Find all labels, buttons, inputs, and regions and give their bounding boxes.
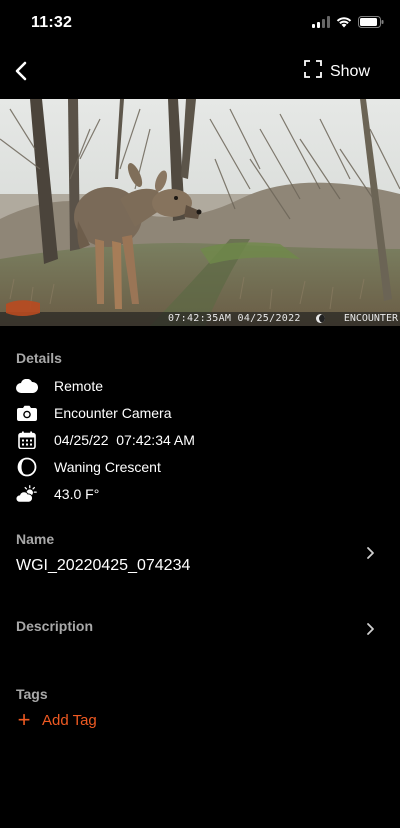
- fullscreen-icon: [304, 60, 322, 83]
- trail-camera-photo[interactable]: 07:42:35AM 04/25/2022 ENCOUNTER: [0, 99, 400, 326]
- detail-source-text: Remote: [54, 378, 104, 394]
- description-heading: Description: [16, 618, 94, 634]
- detail-datetime-text: 04/25/22 07:42:34 AM: [54, 432, 195, 448]
- nav-bar: Show: [0, 48, 400, 98]
- moon-icon: [16, 456, 38, 478]
- brand-logo: [6, 300, 40, 316]
- back-button[interactable]: [6, 58, 36, 88]
- detail-temperature-text: 43.0 F°: [54, 486, 100, 502]
- photo-moon-icon: [316, 314, 325, 323]
- detail-moon-phase-text: Waning Crescent: [54, 459, 161, 475]
- chevron-right-icon[interactable]: [364, 546, 378, 560]
- detail-row-temperature: 43.0 F°: [16, 482, 99, 506]
- battery-icon: [358, 15, 384, 33]
- name-heading: Name: [16, 531, 55, 547]
- details-heading: Details: [16, 350, 62, 366]
- photo-timestamp: 07:42:35AM 04/25/2022: [168, 313, 301, 324]
- show-fullscreen-button[interactable]: Show: [304, 60, 370, 83]
- add-tag-label: Add Tag: [42, 711, 97, 729]
- detail-row-source: Remote: [16, 374, 103, 398]
- detail-row-camera: Encounter Camera: [16, 401, 172, 425]
- add-tag-button[interactable]: + Add Tag: [16, 709, 97, 731]
- status-time: 11:32: [31, 14, 73, 31]
- name-value: WGI_20220425_074234: [16, 557, 191, 574]
- status-bar: 11:32: [0, 0, 400, 48]
- detail-camera-text: Encounter Camera: [54, 405, 172, 421]
- status-icons: [312, 15, 384, 33]
- cloud-icon: [16, 375, 38, 397]
- wifi-icon: [336, 15, 352, 33]
- chevron-right-icon[interactable]: [364, 622, 378, 636]
- tags-heading: Tags: [16, 686, 48, 702]
- cellular-signal-icon: [312, 15, 330, 33]
- deer-photo-image: [0, 99, 400, 326]
- detail-row-datetime: 04/25/22 07:42:34 AM: [16, 428, 195, 452]
- detail-row-moon-phase: Waning Crescent: [16, 455, 161, 479]
- show-label: Show: [329, 62, 370, 80]
- calendar-icon: [16, 429, 38, 451]
- chevron-left-icon: [14, 61, 28, 86]
- plus-icon: +: [17, 707, 31, 732]
- weather-icon: [16, 483, 38, 505]
- photo-brand: ENCOUNTER: [343, 313, 398, 324]
- camera-icon: [16, 402, 38, 424]
